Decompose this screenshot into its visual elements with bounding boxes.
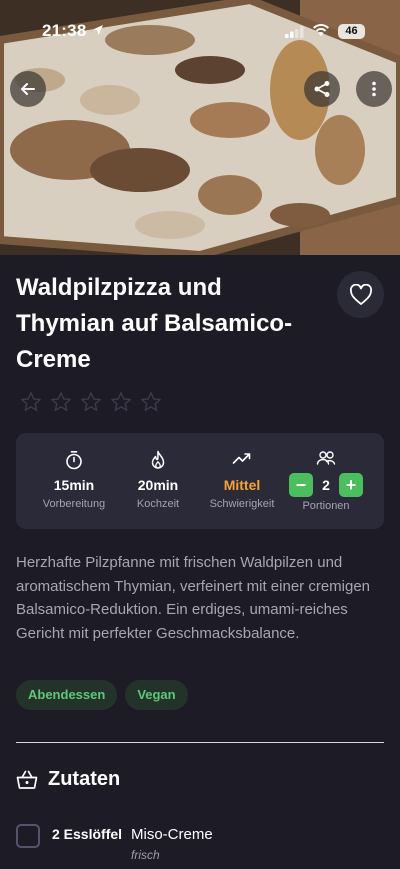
favorite-button[interactable] [337, 271, 384, 318]
star-icon[interactable] [110, 391, 132, 413]
cook-time-label: Kochzeit [136, 498, 180, 510]
ingredient-note: frisch [131, 848, 160, 862]
star-icon[interactable] [50, 391, 72, 413]
rating-stars[interactable] [20, 391, 162, 413]
flame-icon [151, 450, 165, 469]
stopwatch-icon [66, 451, 82, 470]
share-icon [314, 81, 330, 97]
cook-time-info: 20min Kochzeit [114, 433, 202, 529]
people-icon [316, 451, 336, 465]
cook-time-value: 20min [137, 477, 179, 493]
more-vertical-icon [372, 81, 376, 97]
location-arrow-icon [93, 25, 103, 35]
share-button[interactable] [304, 71, 340, 107]
increase-portions-button[interactable]: + [339, 473, 363, 497]
portions-label: Portionen [302, 500, 350, 512]
basket-icon [16, 770, 38, 789]
recipe-description: Herzhafte Pilzpfanne mit frischen Waldpi… [16, 554, 371, 642]
tag-vegan[interactable]: Vegan [125, 680, 188, 710]
star-icon[interactable] [20, 391, 42, 413]
ingredient-name: Miso-Creme [131, 826, 213, 843]
status-bar: 21:38 46 [0, 0, 400, 58]
difficulty-label: Schwierigkeit [209, 498, 275, 510]
difficulty-value: Mittel [223, 477, 261, 493]
ingredient-row[interactable]: 2 Esslöffel Miso-Creme frisch [16, 822, 384, 862]
star-icon[interactable] [80, 391, 102, 413]
ingredients-header: Zutaten [16, 768, 120, 791]
trending-up-icon [232, 453, 251, 464]
wifi-icon [313, 23, 329, 36]
recipe-title: Waldpilzpizza und Thymian auf Balsamico-… [16, 274, 293, 373]
divider [16, 742, 384, 743]
tag-abendessen[interactable]: Abendessen [16, 680, 118, 710]
more-options-button[interactable] [356, 71, 392, 107]
star-icon[interactable] [140, 391, 162, 413]
heart-icon [349, 283, 372, 305]
recipe-tags: Abendessen Vegan [16, 680, 188, 710]
portions-stepper[interactable]: − 2 + [289, 473, 363, 497]
portions-info: − 2 + Portionen [282, 433, 370, 529]
back-button[interactable] [10, 71, 46, 107]
arrow-left-icon [21, 83, 35, 95]
status-time: 21:38 [42, 21, 87, 40]
portions-value: 2 [322, 477, 330, 493]
battery-indicator: 46 [338, 24, 365, 39]
ingredient-checkbox[interactable] [16, 824, 40, 848]
difficulty-info: Mittel Schwierigkeit [198, 433, 286, 529]
ingredients-title: Zutaten [48, 768, 121, 790]
ingredient-amount: 2 Esslöffel [52, 826, 123, 842]
recipe-info-card: 15min Vorbereitung 20min Kochzeit Mittel… [16, 433, 384, 529]
signal-icon [285, 26, 304, 38]
decrease-portions-button[interactable]: − [289, 473, 313, 497]
